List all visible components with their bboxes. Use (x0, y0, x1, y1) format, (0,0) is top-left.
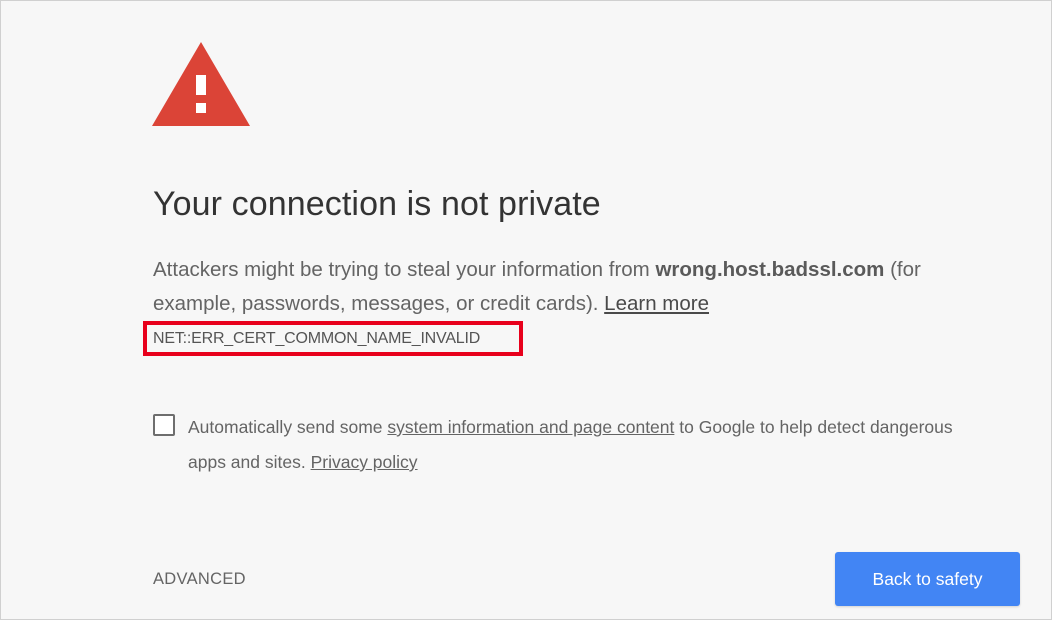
opt-in-prefix: Automatically send some (188, 417, 388, 437)
warning-message: Attackers might be trying to steal your … (153, 253, 993, 321)
interstitial-page: Your connection is not private Attackers… (0, 0, 1052, 620)
send-info-checkbox[interactable] (153, 414, 175, 436)
page-title: Your connection is not private (153, 185, 601, 223)
back-to-safety-button[interactable]: Back to safety (835, 552, 1020, 606)
learn-more-link[interactable]: Learn more (604, 292, 709, 315)
advanced-button[interactable]: ADVANCED (153, 570, 246, 589)
host-name: wrong.host.badssl.com (655, 258, 885, 281)
privacy-policy-link[interactable]: Privacy policy (311, 452, 418, 472)
error-code: NET::ERR_CERT_COMMON_NAME_INVALID (143, 321, 523, 356)
system-info-link[interactable]: system information and page content (387, 417, 674, 437)
warning-triangle-icon (152, 42, 250, 126)
send-info-label: Automatically send some system informati… (188, 410, 978, 480)
message-prefix: Attackers might be trying to steal your … (153, 258, 656, 281)
